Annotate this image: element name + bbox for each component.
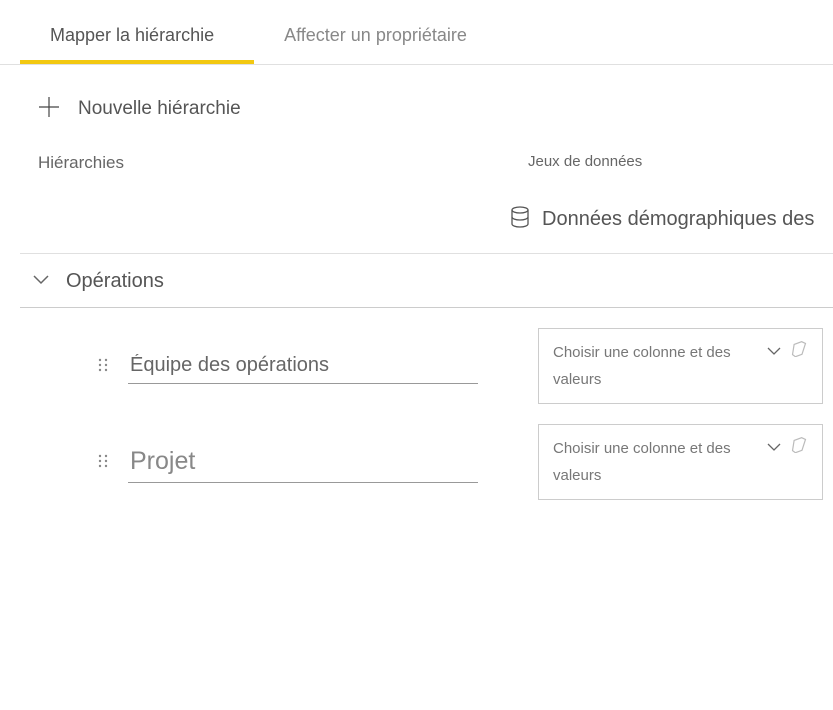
chevron-down-icon — [32, 273, 50, 291]
new-hierarchy-label: Nouvelle hiérarchie — [78, 98, 241, 120]
chevron-down-icon — [766, 439, 782, 457]
tab-assign-owner[interactable]: Affecter un propriétaire — [254, 0, 507, 64]
erase-icon[interactable] — [790, 341, 808, 362]
level-name-input[interactable] — [128, 441, 478, 483]
new-hierarchy-button[interactable]: Nouvelle hiérarchie — [38, 95, 833, 153]
content-area: Nouvelle hiérarchie Hiérarchies Jeux de … — [0, 65, 833, 500]
column-selector-placeholder: Choisir une colonne et des valeurs — [553, 435, 766, 489]
drag-handle-icon[interactable] — [98, 454, 128, 471]
dataset-name: Données démographiques des — [542, 208, 814, 231]
column-selector-placeholder: Choisir une colonne et des valeurs — [553, 339, 766, 393]
column-selector-dropdown[interactable]: Choisir une colonne et des valeurs — [538, 424, 823, 500]
hierarchy-level-row: Choisir une colonne et des valeurs — [38, 308, 833, 404]
tab-label: Affecter un propriétaire — [284, 25, 467, 45]
datasets-header: Jeux de données — [528, 153, 642, 173]
chevron-down-icon — [766, 343, 782, 361]
database-icon — [510, 206, 530, 233]
column-selector-dropdown[interactable]: Choisir une colonne et des valeurs — [538, 328, 823, 404]
group-name: Opérations — [66, 270, 164, 293]
tab-map-hierarchy[interactable]: Mapper la hiérarchie — [20, 0, 254, 64]
tabs-container: Mapper la hiérarchie Affecter un proprié… — [0, 0, 833, 65]
erase-icon[interactable] — [790, 437, 808, 458]
section-headers: Hiérarchies Jeux de données — [38, 153, 833, 188]
selector-icons — [766, 339, 808, 362]
tab-label: Mapper la hiérarchie — [50, 25, 214, 45]
hierarchy-group-header[interactable]: Opérations — [20, 254, 833, 308]
selector-icons — [766, 435, 808, 458]
hierarchies-header: Hiérarchies — [38, 153, 528, 173]
dataset-row: Données démographiques des — [20, 188, 833, 254]
hierarchy-level-row: Choisir une colonne et des valeurs — [38, 404, 833, 500]
plus-icon — [38, 95, 60, 123]
drag-handle-icon[interactable] — [98, 358, 128, 375]
level-name-input[interactable] — [128, 348, 478, 384]
